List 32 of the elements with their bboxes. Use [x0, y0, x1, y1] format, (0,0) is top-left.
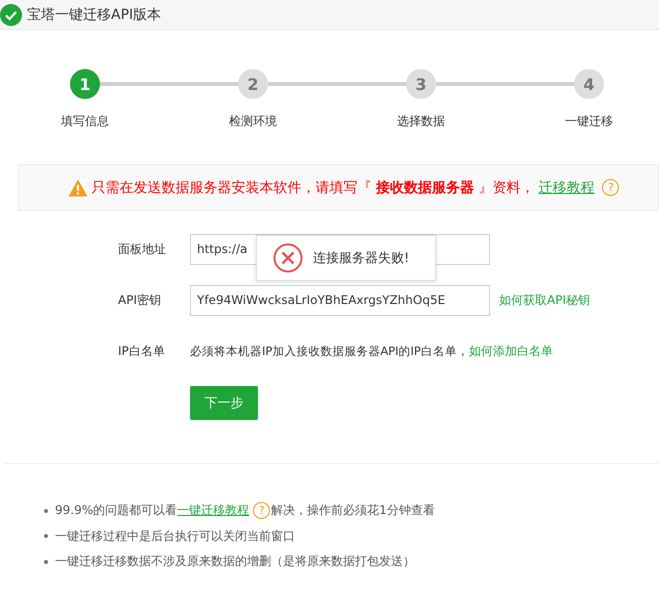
toast-message: 连接服务器失败! — [313, 250, 410, 267]
tip-text: 99.9%的问题都可以看 — [55, 502, 178, 520]
error-icon — [273, 243, 303, 273]
field-label: 面板地址 — [117, 240, 167, 258]
step-label: 检测环境 — [229, 113, 277, 130]
step-label: 一键迁移 — [565, 113, 613, 130]
tip-text: 一键迁移过程中是后台执行可以关闭当前窗口 — [55, 528, 295, 545]
api-key-field[interactable]: Yfe94WiWwcksaLrIoYBhEAxrgsYZhhOq5E — [190, 284, 490, 316]
tip-text: 一键迁移迁移数据不涉及原来数据的增删（是将原来数据打包发送） — [55, 553, 415, 570]
api-key-help-link[interactable]: 如何获取API秘钥 — [499, 292, 590, 308]
field-label: API密钥 — [117, 292, 162, 308]
help-icon[interactable]: ? — [602, 179, 620, 196]
bullet-icon — [44, 560, 48, 564]
bullet-icon — [44, 534, 48, 538]
window-title: 宝塔一键迁移API版本 — [27, 6, 162, 24]
whitelist-note: 必须将本机器IP加入接收数据服务器API的IP白名单， — [190, 344, 469, 358]
whitelist-help-link[interactable]: 如何添加白名单 — [468, 342, 553, 360]
step-label: 选择数据 — [397, 113, 445, 130]
step-label: 填写信息 — [61, 113, 109, 130]
field-label: IP白名单 — [117, 342, 166, 360]
tip-text: 解决，操作前必须花1分钟查看 — [271, 502, 435, 520]
step-number: 1 — [70, 69, 100, 99]
warning-icon — [68, 178, 88, 196]
bullet-icon — [44, 508, 48, 513]
step-number: 4 — [574, 69, 604, 99]
next-button[interactable]: 下一步 — [190, 386, 258, 420]
help-icon[interactable]: ? — [253, 502, 270, 520]
step-number: 3 — [406, 69, 436, 99]
step-number: 2 — [238, 69, 268, 99]
tutorial-link[interactable]: 一键迁移教程 — [177, 502, 250, 520]
tutorial-link[interactable]: 迁移教程 — [538, 178, 594, 196]
notice-text: 只需在发送数据服务器安装本软件，请填写『 接收数据服务器 』资料， — [92, 178, 534, 196]
